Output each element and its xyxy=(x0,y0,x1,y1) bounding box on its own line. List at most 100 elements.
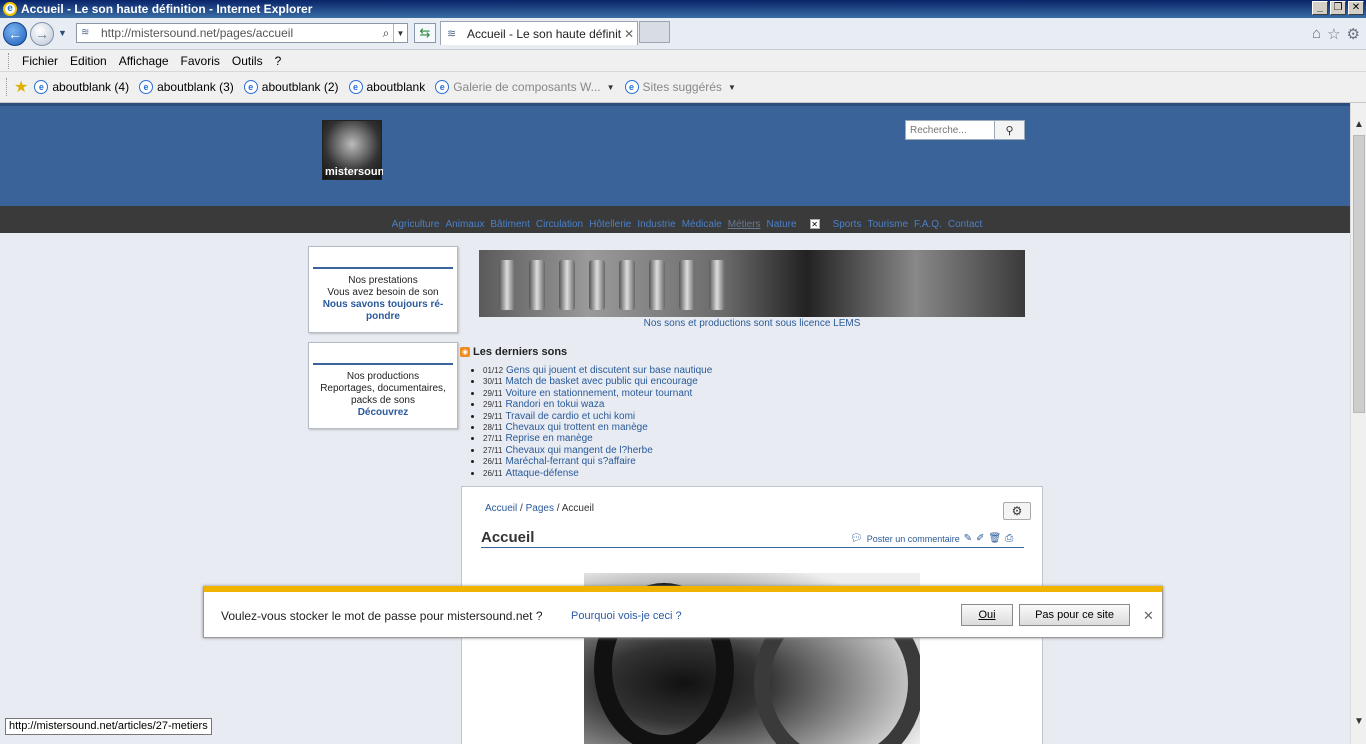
home-icon[interactable]: ⌂ xyxy=(1312,25,1321,43)
nav-agriculture[interactable]: Agriculture xyxy=(392,219,440,230)
sound-link[interactable]: Reprise en manège xyxy=(505,433,592,444)
breadcrumb-accueil[interactable]: Accueil xyxy=(485,503,517,514)
site-logo-text: mistersound xyxy=(325,166,383,178)
search-icon[interactable]: ⌕ xyxy=(379,26,393,41)
sound-link[interactable]: Match de basket avec public qui encourag… xyxy=(505,376,697,387)
nav-faq[interactable]: F.A.Q. xyxy=(914,219,942,230)
password-notification-bar: Voulez-vous stocker le mot de passe pour… xyxy=(203,586,1163,638)
site-search: ⚲ xyxy=(905,120,1025,140)
favorite-aboutblank-2[interactable]: e aboutblank (2) xyxy=(243,80,339,94)
breadcrumb-pages[interactable]: Pages xyxy=(526,503,554,514)
nav-metiers[interactable]: Métiers xyxy=(728,219,761,230)
nav-industrie[interactable]: Industrie xyxy=(637,219,675,230)
sound-date: 29/11 xyxy=(483,400,503,410)
nav-animaux[interactable]: Animaux xyxy=(445,219,484,230)
box-link[interactable]: Nous savons toujours ré-pondre xyxy=(309,299,457,323)
box-text: Vous avez besoin de son xyxy=(327,287,439,298)
menu-help[interactable]: ? xyxy=(269,54,288,68)
restore-button[interactable]: ❐ xyxy=(1330,1,1346,15)
site-nav: Agriculture Animaux Bâtiment Circulation… xyxy=(0,206,1350,233)
edit-icon[interactable]: ✐ xyxy=(976,533,984,544)
page-title: Accueil xyxy=(481,529,535,546)
page-settings-button[interactable]: ⚙ xyxy=(1003,502,1031,520)
favorite-label: aboutblank (3) xyxy=(157,80,234,94)
sidebar-box-prestations[interactable]: Nos prestations Vous avez besoin de son … xyxy=(308,246,458,333)
sound-date: 27/11 xyxy=(483,434,503,444)
breadcrumb-current: Accueil xyxy=(561,503,594,514)
menu-fichier[interactable]: Fichier xyxy=(16,54,64,68)
why-link[interactable]: Pourquoi vois-je ceci ? xyxy=(571,610,682,622)
sound-link[interactable]: Gens qui jouent et discutent sur base na… xyxy=(506,365,712,376)
menu-affichage[interactable]: Affichage xyxy=(113,54,175,68)
sound-date: 27/11 xyxy=(483,445,503,455)
rss-icon[interactable]: ◉ xyxy=(460,347,470,357)
scroll-up-icon[interactable]: ▲ xyxy=(1351,116,1366,133)
favorite-galerie[interactable]: e Galerie de composants W... ▼ xyxy=(435,80,615,94)
sidebar-box-productions[interactable]: Nos productions Reportages, documentaire… xyxy=(308,342,458,429)
yes-button[interactable]: Oui xyxy=(961,604,1013,626)
sound-link[interactable]: Maréchal-ferrant qui s?affaire xyxy=(505,456,635,467)
site-search-input[interactable] xyxy=(905,120,995,140)
sound-date: 26/11 xyxy=(483,468,503,478)
post-comment-link[interactable]: Poster un commentaire xyxy=(867,534,960,544)
sound-date: 26/11 xyxy=(483,457,503,467)
banner-caption[interactable]: Nos sons et productions sont sous licenc… xyxy=(479,318,1025,329)
sound-link[interactable]: Attaque-défense xyxy=(505,468,578,479)
comment-icon[interactable]: 💬︎ xyxy=(850,533,863,544)
gear-icon[interactable]: ⚙ xyxy=(1347,25,1360,43)
sound-link[interactable]: Chevaux qui mangent de l?herbe xyxy=(505,445,652,456)
address-bar[interactable]: ≋ http://mistersound.net/pages/accueil ⌕… xyxy=(76,23,408,43)
box-divider xyxy=(313,363,453,365)
back-button[interactable]: ← xyxy=(3,22,27,46)
vertical-scrollbar[interactable]: ▲ ▼ xyxy=(1350,103,1366,744)
close-icon[interactable]: ✕ xyxy=(1143,608,1154,624)
menu-favoris[interactable]: Favoris xyxy=(175,54,226,68)
ie-page-icon: e xyxy=(435,80,450,94)
sound-link[interactable]: Voiture en stationnement, moteur tournan… xyxy=(505,388,692,399)
scroll-down-icon[interactable]: ▼ xyxy=(1351,713,1366,730)
sound-link[interactable]: Randori en tokui waza xyxy=(505,399,604,410)
menu-edition[interactable]: Edition xyxy=(64,54,113,68)
box-title: Nos productions xyxy=(346,371,420,382)
sound-link[interactable]: Travail de cardio et uchi komi xyxy=(505,411,635,422)
nav-circulation[interactable]: Circulation xyxy=(536,219,583,230)
nav-tourisme[interactable]: Tourisme xyxy=(867,219,908,230)
list-item: 29/11Travail de cardio et uchi komi xyxy=(483,411,712,422)
site-logo[interactable]: mistersound xyxy=(322,120,383,180)
minimize-button[interactable]: _ xyxy=(1312,1,1328,15)
favorite-sites-suggeres[interactable]: e Sites suggérés ▼ xyxy=(624,80,736,94)
address-dropdown-icon[interactable]: ▼ xyxy=(393,24,407,42)
box-link[interactable]: Découvrez xyxy=(309,407,457,419)
forward-button[interactable]: → xyxy=(30,22,54,46)
magic-wand-icon[interactable]: ✎ xyxy=(964,533,972,544)
favorite-aboutblank-3[interactable]: e aboutblank (3) xyxy=(139,80,234,94)
print-icon[interactable]: ⎙ xyxy=(1005,533,1013,544)
close-window-button[interactable]: ✕ xyxy=(1348,1,1364,15)
sound-date: 01/12 xyxy=(483,366,504,375)
favorite-aboutblank[interactable]: e aboutblank xyxy=(348,80,425,94)
refresh-button[interactable]: ⇆ xyxy=(414,23,436,43)
nav-hotellerie[interactable]: Hôtellerie xyxy=(589,219,631,230)
recent-pages-dropdown[interactable]: ▼ xyxy=(58,28,67,38)
ie-page-icon: e xyxy=(243,80,258,94)
site-favicon-icon: ≋ xyxy=(81,27,90,38)
address-url[interactable]: http://mistersound.net/pages/accueil xyxy=(101,26,379,40)
trash-icon[interactable]: 🗑︎ xyxy=(989,533,1002,544)
favorites-add-icon[interactable]: ★ xyxy=(14,77,28,97)
new-tab-button[interactable] xyxy=(639,21,670,43)
sound-link[interactable]: Chevaux qui trottent en manège xyxy=(505,422,647,433)
favorite-aboutblank-4[interactable]: e aboutblank (4) xyxy=(34,80,129,94)
favorites-star-icon[interactable]: ☆ xyxy=(1327,25,1340,43)
site-search-button[interactable]: ⚲ xyxy=(995,120,1025,140)
scrollbar-thumb[interactable] xyxy=(1353,135,1365,413)
menu-outils[interactable]: Outils xyxy=(226,54,269,68)
tab-close-icon[interactable]: ✕ xyxy=(621,27,637,41)
nav-batiment[interactable]: Bâtiment xyxy=(490,219,529,230)
nav-sports[interactable]: Sports xyxy=(833,219,862,230)
nav-contact[interactable]: Contact xyxy=(948,219,982,230)
tab-accueil[interactable]: ≋ Accueil - Le son haute définit... ✕ xyxy=(440,21,638,45)
nav-medicale[interactable]: Médicale xyxy=(682,219,722,230)
not-for-this-site-button[interactable]: Pas pour ce site xyxy=(1019,604,1130,626)
not-for-this-site-label: Pas pour ce site xyxy=(1035,609,1114,621)
nav-nature[interactable]: Nature xyxy=(767,219,797,230)
